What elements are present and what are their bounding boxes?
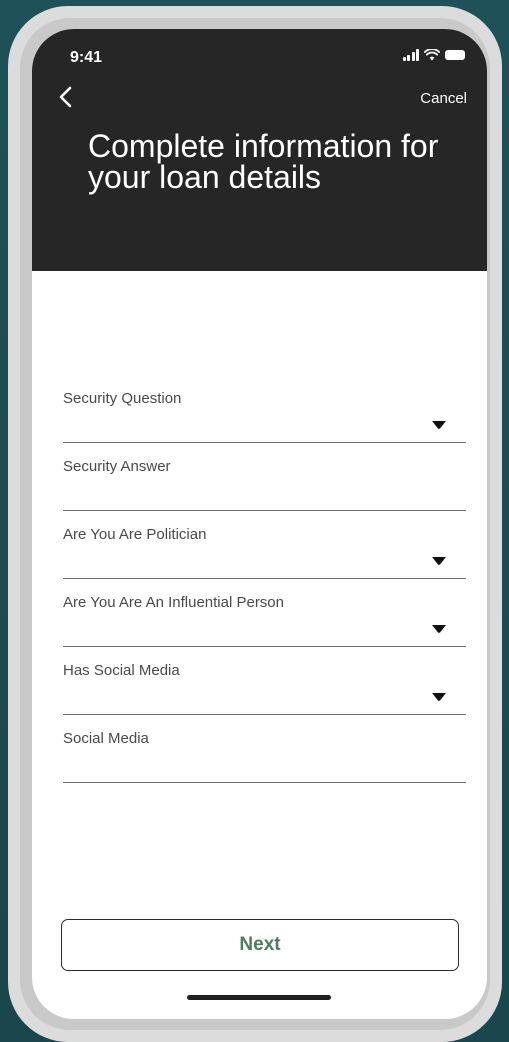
security-answer-field[interactable]: Security Answer — [63, 458, 466, 511]
battery-icon — [445, 50, 465, 60]
field-label: Security Question — [63, 390, 182, 407]
caret-down-icon[interactable] — [432, 625, 446, 633]
field-label: Social Media — [63, 730, 149, 747]
page-title: Complete information for your loan detai… — [88, 128, 439, 195]
cancel-button[interactable]: Cancel — [420, 90, 467, 107]
status-icons — [402, 49, 465, 61]
wifi-icon — [424, 49, 440, 61]
next-button[interactable]: Next — [61, 919, 459, 971]
field-label: Has Social Media — [63, 662, 180, 679]
caret-down-icon[interactable] — [432, 557, 446, 565]
back-chevron-icon[interactable] — [56, 85, 76, 109]
caret-down-icon[interactable] — [432, 693, 446, 701]
status-time: 9:41 — [70, 49, 103, 66]
politician-dropdown[interactable]: Are You Are Politician — [63, 526, 466, 579]
signal-icon — [402, 49, 419, 61]
phone-screen: 9:41 Cancel Complete information for you… — [32, 29, 487, 1019]
social-media-field[interactable]: Social Media — [63, 730, 466, 783]
header: 9:41 Cancel Complete information for you… — [32, 29, 487, 271]
caret-down-icon[interactable] — [432, 421, 446, 429]
field-label: Are You Are Politician — [63, 526, 207, 543]
field-label: Security Answer — [63, 458, 171, 475]
has-social-media-dropdown[interactable]: Has Social Media — [63, 662, 466, 715]
influential-person-dropdown[interactable]: Are You Are An Influential Person — [63, 594, 466, 647]
field-label: Are You Are An Influential Person — [63, 594, 284, 611]
security-question-dropdown[interactable]: Security Question — [63, 390, 466, 443]
home-indicator[interactable] — [187, 995, 331, 1000]
